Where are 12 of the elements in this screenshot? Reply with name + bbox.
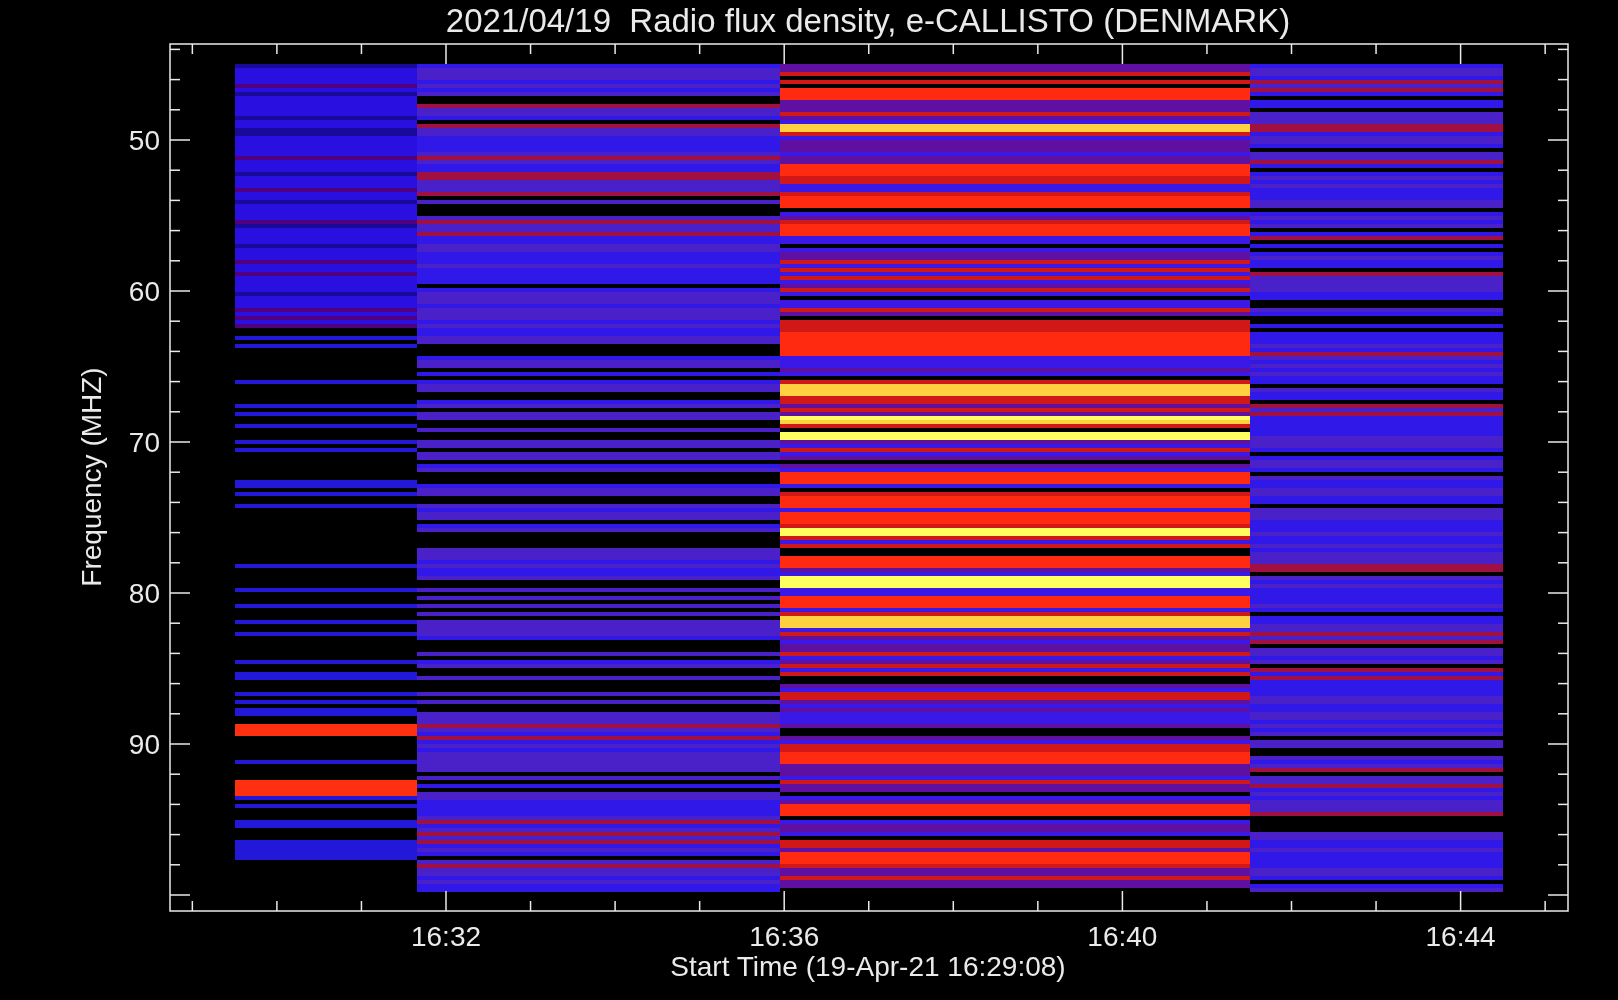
chart-title: 2021/04/19 Radio flux density, e-CALLISTO (DENMARK) [445, 2, 1291, 39]
x-axis-tick-label: 16:44 [1425, 921, 1496, 952]
y-axis-tick-label: 70 [128, 427, 160, 458]
y-axis-tick-label: 50 [128, 125, 160, 156]
y-axis-label: Frequency (MHZ) [76, 367, 107, 587]
x-axis-tick-label: 16:40 [1087, 921, 1158, 952]
y-axis-tick-label: 60 [128, 276, 160, 307]
x-axis-tick-label: 16:32 [410, 921, 482, 952]
x-axis-tick-label: 16:36 [749, 921, 820, 952]
y-axis-tick-label: 90 [128, 729, 160, 760]
y-axis-tick-label: 80 [128, 578, 160, 609]
x-axis-label: Start Time (19-Apr-21 16:29:08) [670, 951, 1066, 982]
